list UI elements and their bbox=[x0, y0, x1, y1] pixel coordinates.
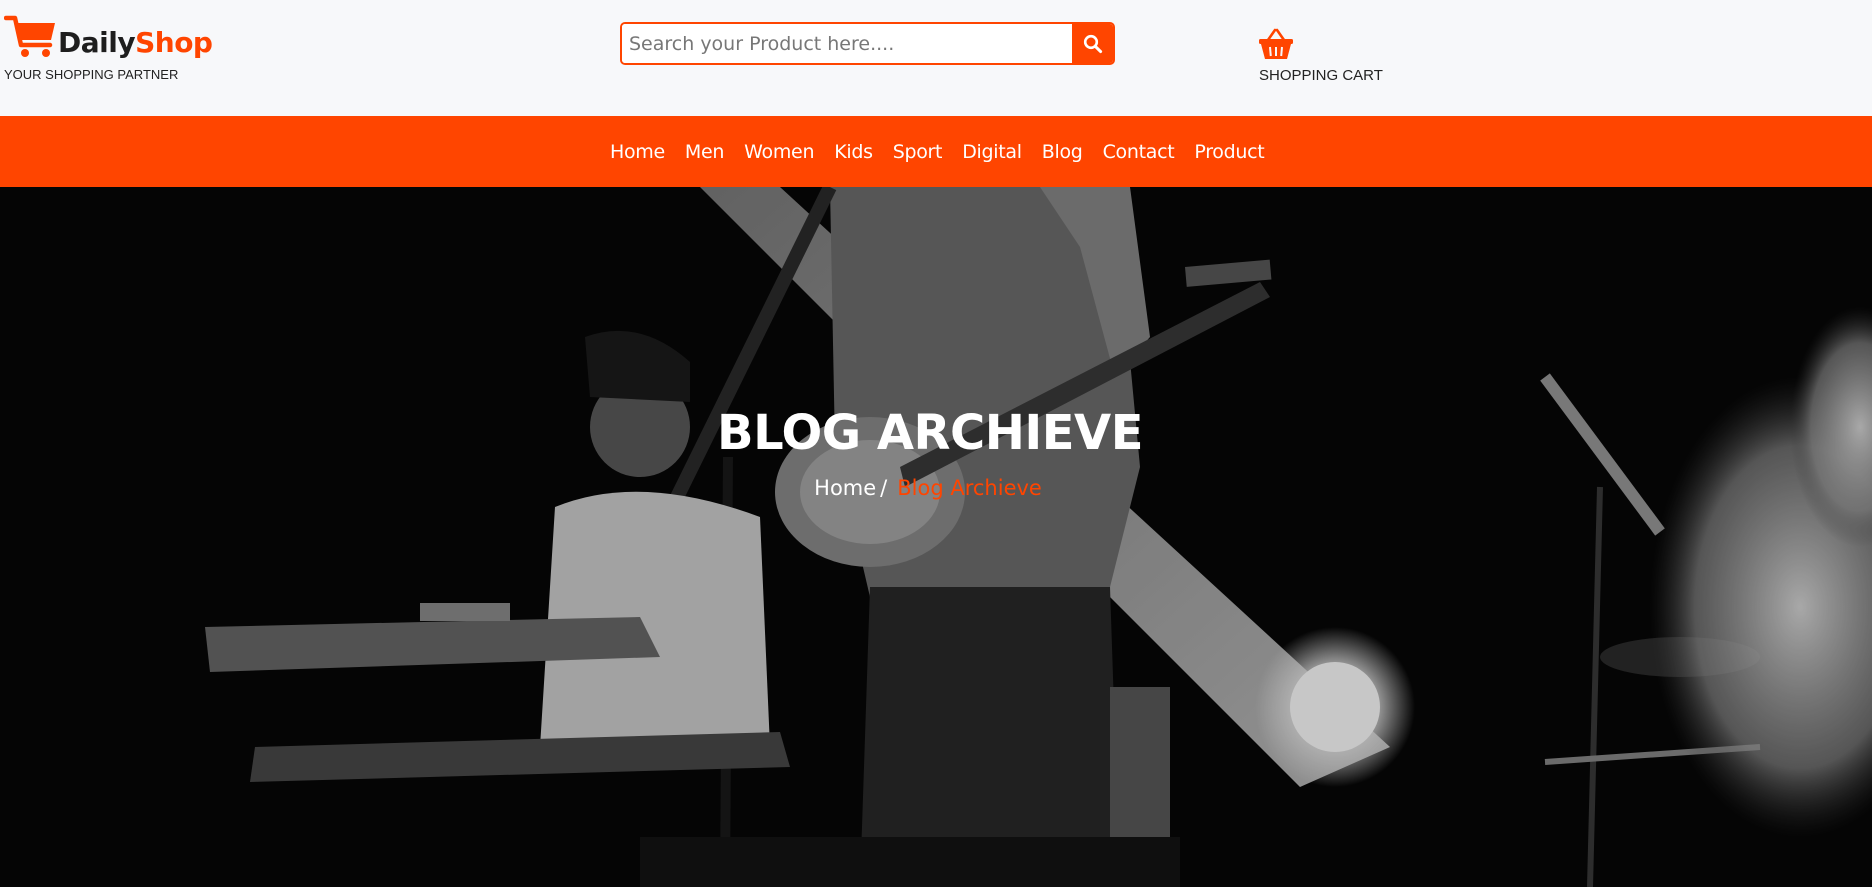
brand-tagline: YOUR SHOPPING PARTNER bbox=[4, 67, 179, 82]
shopping-cart-link[interactable]: SHOPPING CART bbox=[1258, 26, 1398, 88]
nav-item-kids[interactable]: Kids bbox=[834, 141, 873, 163]
search-icon bbox=[1083, 34, 1102, 53]
nav-item-product[interactable]: Product bbox=[1194, 141, 1264, 163]
brand-name-part1: Daily bbox=[58, 26, 136, 59]
breadcrumb-separator: / bbox=[880, 476, 888, 500]
nav-item-men[interactable]: Men bbox=[685, 141, 725, 163]
search-button[interactable] bbox=[1072, 24, 1113, 63]
hero-banner: BLOG ARCHIEVE Home / Blog Archieve bbox=[0, 187, 1872, 887]
basket-icon bbox=[1259, 28, 1293, 59]
brand-name-part2: Shop bbox=[135, 26, 213, 59]
nav-item-sport[interactable]: Sport bbox=[893, 141, 943, 163]
shopping-cart-label: SHOPPING CART bbox=[1259, 67, 1383, 84]
breadcrumb: Home / Blog Archieve bbox=[0, 476, 1856, 500]
main-navigation: Home Men Women Kids Sport Digital Blog C… bbox=[0, 116, 1872, 187]
nav-item-women[interactable]: Women bbox=[744, 141, 814, 163]
shopping-cart-icon bbox=[4, 15, 55, 57]
breadcrumb-home-link[interactable]: Home bbox=[814, 476, 876, 500]
search-bar bbox=[620, 22, 1115, 65]
nav-item-digital[interactable]: Digital bbox=[962, 141, 1022, 163]
nav-item-home[interactable]: Home bbox=[610, 141, 665, 163]
nav-item-contact[interactable]: Contact bbox=[1103, 141, 1175, 163]
search-input[interactable] bbox=[622, 24, 1074, 63]
breadcrumb-current: Blog Archieve bbox=[897, 476, 1042, 500]
nav-item-blog[interactable]: Blog bbox=[1042, 141, 1083, 163]
nav-menu: Home Men Women Kids Sport Digital Blog C… bbox=[600, 116, 1274, 187]
brand-name: DailyShop bbox=[58, 26, 213, 59]
page-title: BLOG ARCHIEVE bbox=[717, 405, 1143, 461]
brand-logo[interactable]: DailyShop YOUR SHOPPING PARTNER bbox=[4, 14, 213, 84]
site-header: DailyShop YOUR SHOPPING PARTNER SHOPPING… bbox=[0, 0, 1872, 116]
hero-background-image bbox=[0, 187, 1872, 887]
